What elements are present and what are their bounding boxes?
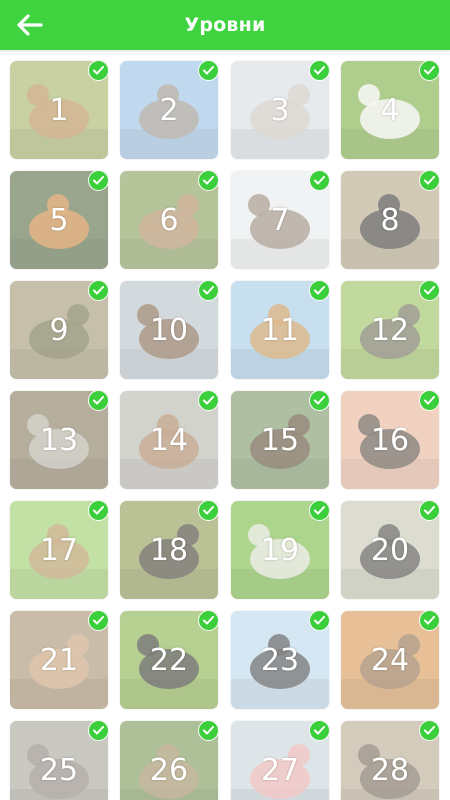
level-tile-13[interactable]: 13	[10, 391, 108, 489]
check-icon	[309, 391, 329, 411]
check-icon	[309, 611, 329, 631]
level-tile-22[interactable]: 22	[120, 611, 218, 709]
level-tile-16[interactable]: 16	[341, 391, 439, 489]
check-icon	[88, 391, 108, 411]
level-tile-2[interactable]: 2	[120, 61, 218, 159]
check-icon	[419, 611, 439, 631]
level-tile-12[interactable]: 12	[341, 281, 439, 379]
level-tile-4[interactable]: 4	[341, 61, 439, 159]
level-tile-17[interactable]: 17	[10, 501, 108, 599]
level-tile-19[interactable]: 19	[231, 501, 329, 599]
page-title: Уровни	[184, 14, 266, 36]
check-icon	[198, 281, 218, 301]
back-button[interactable]	[10, 6, 48, 44]
check-icon	[419, 391, 439, 411]
check-icon	[88, 171, 108, 191]
level-tile-27[interactable]: 27	[231, 721, 329, 800]
level-tile-18[interactable]: 18	[120, 501, 218, 599]
level-tile-14[interactable]: 14	[120, 391, 218, 489]
check-icon	[309, 61, 329, 81]
check-icon	[198, 611, 218, 631]
check-icon	[198, 721, 218, 741]
check-icon	[88, 611, 108, 631]
level-tile-11[interactable]: 11	[231, 281, 329, 379]
level-tile-24[interactable]: 24	[341, 611, 439, 709]
app-bar: Уровни	[0, 0, 450, 50]
level-tile-9[interactable]: 9	[10, 281, 108, 379]
level-tile-1[interactable]: 1	[10, 61, 108, 159]
level-tile-7[interactable]: 7	[231, 171, 329, 269]
check-icon	[198, 391, 218, 411]
level-tile-23[interactable]: 23	[231, 611, 329, 709]
check-icon	[419, 721, 439, 741]
level-tile-8[interactable]: 8	[341, 171, 439, 269]
check-icon	[309, 721, 329, 741]
level-tile-6[interactable]: 6	[120, 171, 218, 269]
level-tile-26[interactable]: 26	[120, 721, 218, 800]
check-icon	[309, 501, 329, 521]
check-icon	[198, 61, 218, 81]
level-tile-20[interactable]: 20	[341, 501, 439, 599]
level-tile-5[interactable]: 5	[10, 171, 108, 269]
check-icon	[88, 721, 108, 741]
level-tile-10[interactable]: 10	[120, 281, 218, 379]
check-icon	[419, 281, 439, 301]
level-tile-25[interactable]: 25	[10, 721, 108, 800]
level-tile-21[interactable]: 21	[10, 611, 108, 709]
check-icon	[88, 281, 108, 301]
check-icon	[309, 171, 329, 191]
level-tile-3[interactable]: 3	[231, 61, 329, 159]
check-icon	[309, 281, 329, 301]
check-icon	[88, 61, 108, 81]
check-icon	[198, 501, 218, 521]
arrow-left-icon	[17, 14, 43, 36]
check-icon	[419, 501, 439, 521]
check-icon	[419, 171, 439, 191]
check-icon	[88, 501, 108, 521]
level-tile-15[interactable]: 15	[231, 391, 329, 489]
check-icon	[419, 61, 439, 81]
levels-grid: 1 2 3 4 5 6 7 8 9 10 11 12 13 14 15 16 17 18 19 20 21 22 23 24 2…	[0, 50, 450, 800]
level-tile-28[interactable]: 28	[341, 721, 439, 800]
check-icon	[198, 171, 218, 191]
